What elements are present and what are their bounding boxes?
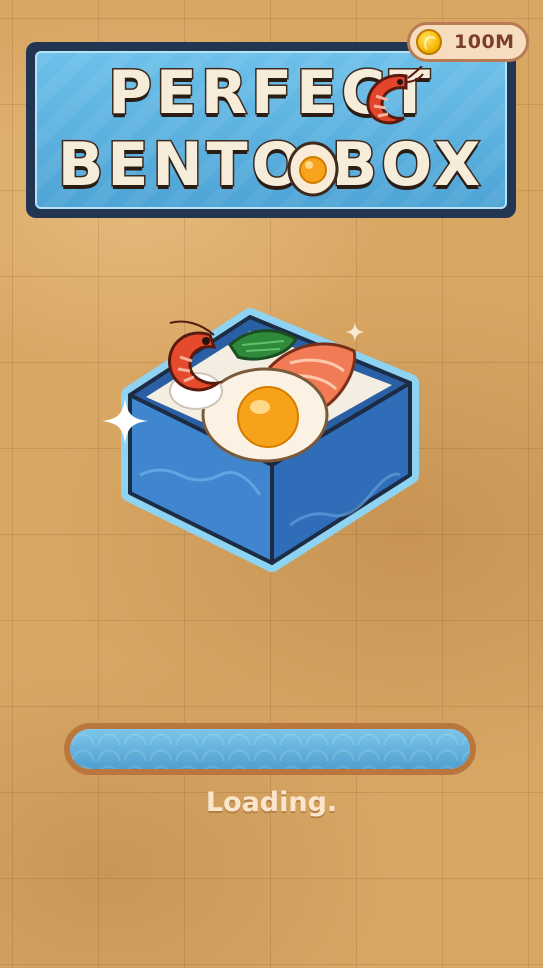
coin-balance-badge[interactable]: 100M [407, 22, 529, 62]
game-title-panel: PERFECT BENTO BOX [26, 42, 516, 218]
shrimp-icon [366, 66, 424, 125]
loading-track [70, 729, 470, 769]
sparkle-icon [102, 398, 148, 444]
coin-amount: 100M [454, 31, 515, 53]
title-line-1: PERFECT [106, 57, 435, 130]
coin-icon [416, 29, 442, 55]
loading-label: Loading. [205, 787, 338, 818]
sparkle-icon [345, 322, 365, 342]
loading-progress-bar [64, 723, 476, 775]
title-line-2: BENTO BOX [56, 129, 485, 202]
loading-fill [70, 729, 470, 769]
fried-egg-icon [287, 141, 339, 197]
bento-box-illustration [121, 308, 419, 572]
